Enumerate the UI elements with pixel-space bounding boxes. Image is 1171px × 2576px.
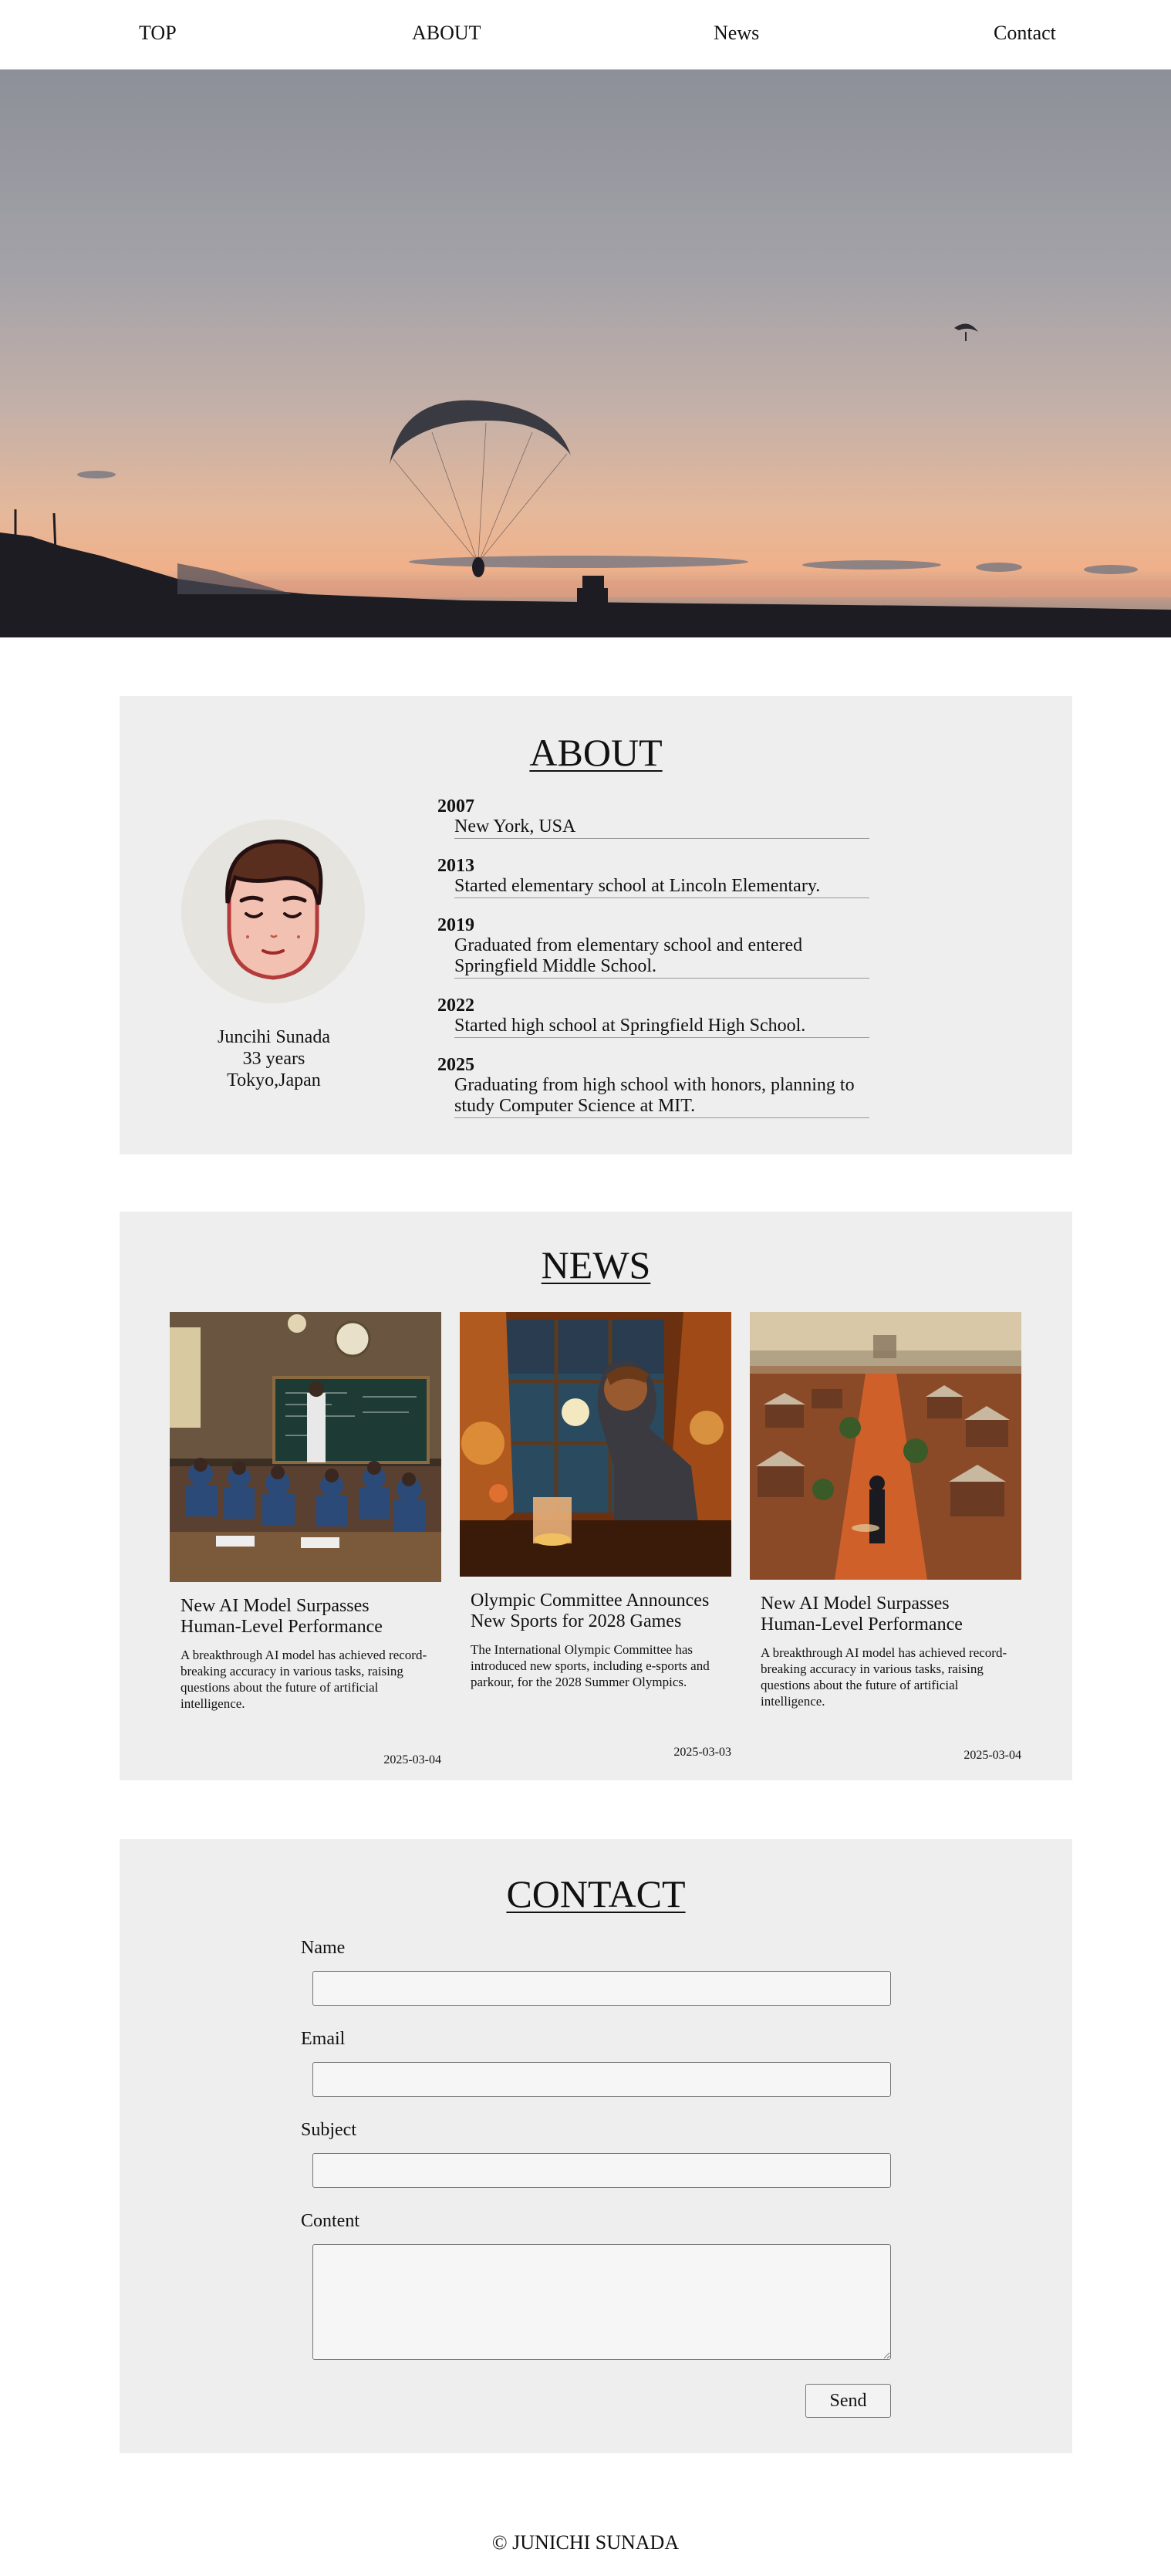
village-image: [750, 1312, 1021, 1580]
name-label: Name: [301, 1938, 346, 1958]
nav-link-about[interactable]: ABOUT: [412, 22, 481, 45]
email-field[interactable]: [312, 2062, 891, 2097]
news-card-title: Olympic Committee Announces New Sports f…: [471, 1591, 710, 1631]
news-card[interactable]: New AI Model Surpasses Human-Level Perfo…: [170, 1312, 441, 1767]
profile-name: Juncihi Sunada: [218, 1027, 330, 1047]
timeline-text: Started high school at Springfield High …: [454, 1016, 869, 1038]
profile-age: 33 years: [242, 1049, 305, 1069]
timeline-text: New York, USA: [454, 816, 869, 839]
news-card-description: A breakthrough AI model has achieved rec…: [761, 1645, 1007, 1709]
timeline-item: 2007 New York, USA: [437, 796, 869, 839]
news-card-title: New AI Model Surpasses Human-Level Perfo…: [761, 1594, 963, 1635]
classroom-image: [170, 1312, 441, 1582]
email-label: Email: [301, 2029, 346, 2049]
avatar: [181, 820, 365, 1003]
about-section: ABOUT Juncihi Sunada 33 years Tokyo,Japa…: [120, 696, 1072, 1154]
footer-copyright: © JUNICHI SUNADA: [491, 2531, 680, 2554]
content-textarea[interactable]: [312, 2244, 891, 2360]
timeline-year: 2007: [437, 796, 474, 816]
contact-title: CONTACT: [506, 1872, 686, 1915]
thinking-man-image: [460, 1312, 731, 1577]
timeline: 2007 New York, USA 2013 Started elementa…: [437, 796, 869, 1135]
timeline-item: 2025 Graduating from high school with ho…: [437, 1055, 869, 1118]
nav-link-top[interactable]: TOP: [139, 22, 177, 45]
top-navigation: TOP ABOUT News Contact: [0, 0, 1171, 69]
hero-image: [0, 69, 1171, 637]
contact-section: CONTACT Name Email Subject Content Send: [120, 1839, 1072, 2453]
news-card-title: New AI Model Surpasses Human-Level Perfo…: [181, 1596, 383, 1637]
timeline-text: Started elementary school at Lincoln Ele…: [454, 876, 869, 898]
news-card-date: 2025-03-04: [963, 1749, 1021, 1762]
content-label: Content: [301, 2211, 359, 2231]
news-card-description: The International Olympic Committee has …: [471, 1642, 710, 1689]
timeline-text: Graduating from high school with honors,…: [454, 1075, 869, 1118]
about-title: ABOUT: [529, 731, 663, 774]
timeline-item: 2022 Started high school at Springfield …: [437, 996, 869, 1038]
news-title: NEWS: [541, 1243, 651, 1286]
timeline-year: 2025: [437, 1055, 474, 1075]
timeline-text: Graduated from elementary school and ent…: [454, 935, 869, 979]
news-section: NEWS New AI Model Surpasses Human-Level …: [120, 1212, 1072, 1780]
subject-label: Subject: [301, 2120, 356, 2140]
news-card-date: 2025-03-03: [673, 1746, 731, 1759]
news-card[interactable]: Olympic Committee Announces New Sports f…: [460, 1312, 731, 1767]
nav-link-news[interactable]: News: [714, 22, 759, 45]
profile-info: Juncihi Sunada 33 years Tokyo,Japan: [166, 1026, 382, 1091]
timeline-year: 2022: [437, 996, 474, 1016]
profile-location: Tokyo,Japan: [227, 1070, 321, 1090]
send-button[interactable]: Send: [805, 2384, 891, 2418]
nav-link-contact[interactable]: Contact: [994, 22, 1056, 45]
timeline-year: 2019: [437, 915, 474, 935]
subject-field[interactable]: [312, 2153, 891, 2188]
timeline-item: 2013 Started elementary school at Lincol…: [437, 856, 869, 898]
news-card-date: 2025-03-04: [383, 1753, 441, 1766]
news-card-description: A breakthrough AI model has achieved rec…: [181, 1648, 427, 1711]
timeline-item: 2019 Graduated from elementary school an…: [437, 915, 869, 979]
news-card[interactable]: New AI Model Surpasses Human-Level Perfo…: [750, 1312, 1021, 1767]
timeline-year: 2013: [437, 856, 474, 876]
name-field[interactable]: [312, 1971, 891, 2006]
